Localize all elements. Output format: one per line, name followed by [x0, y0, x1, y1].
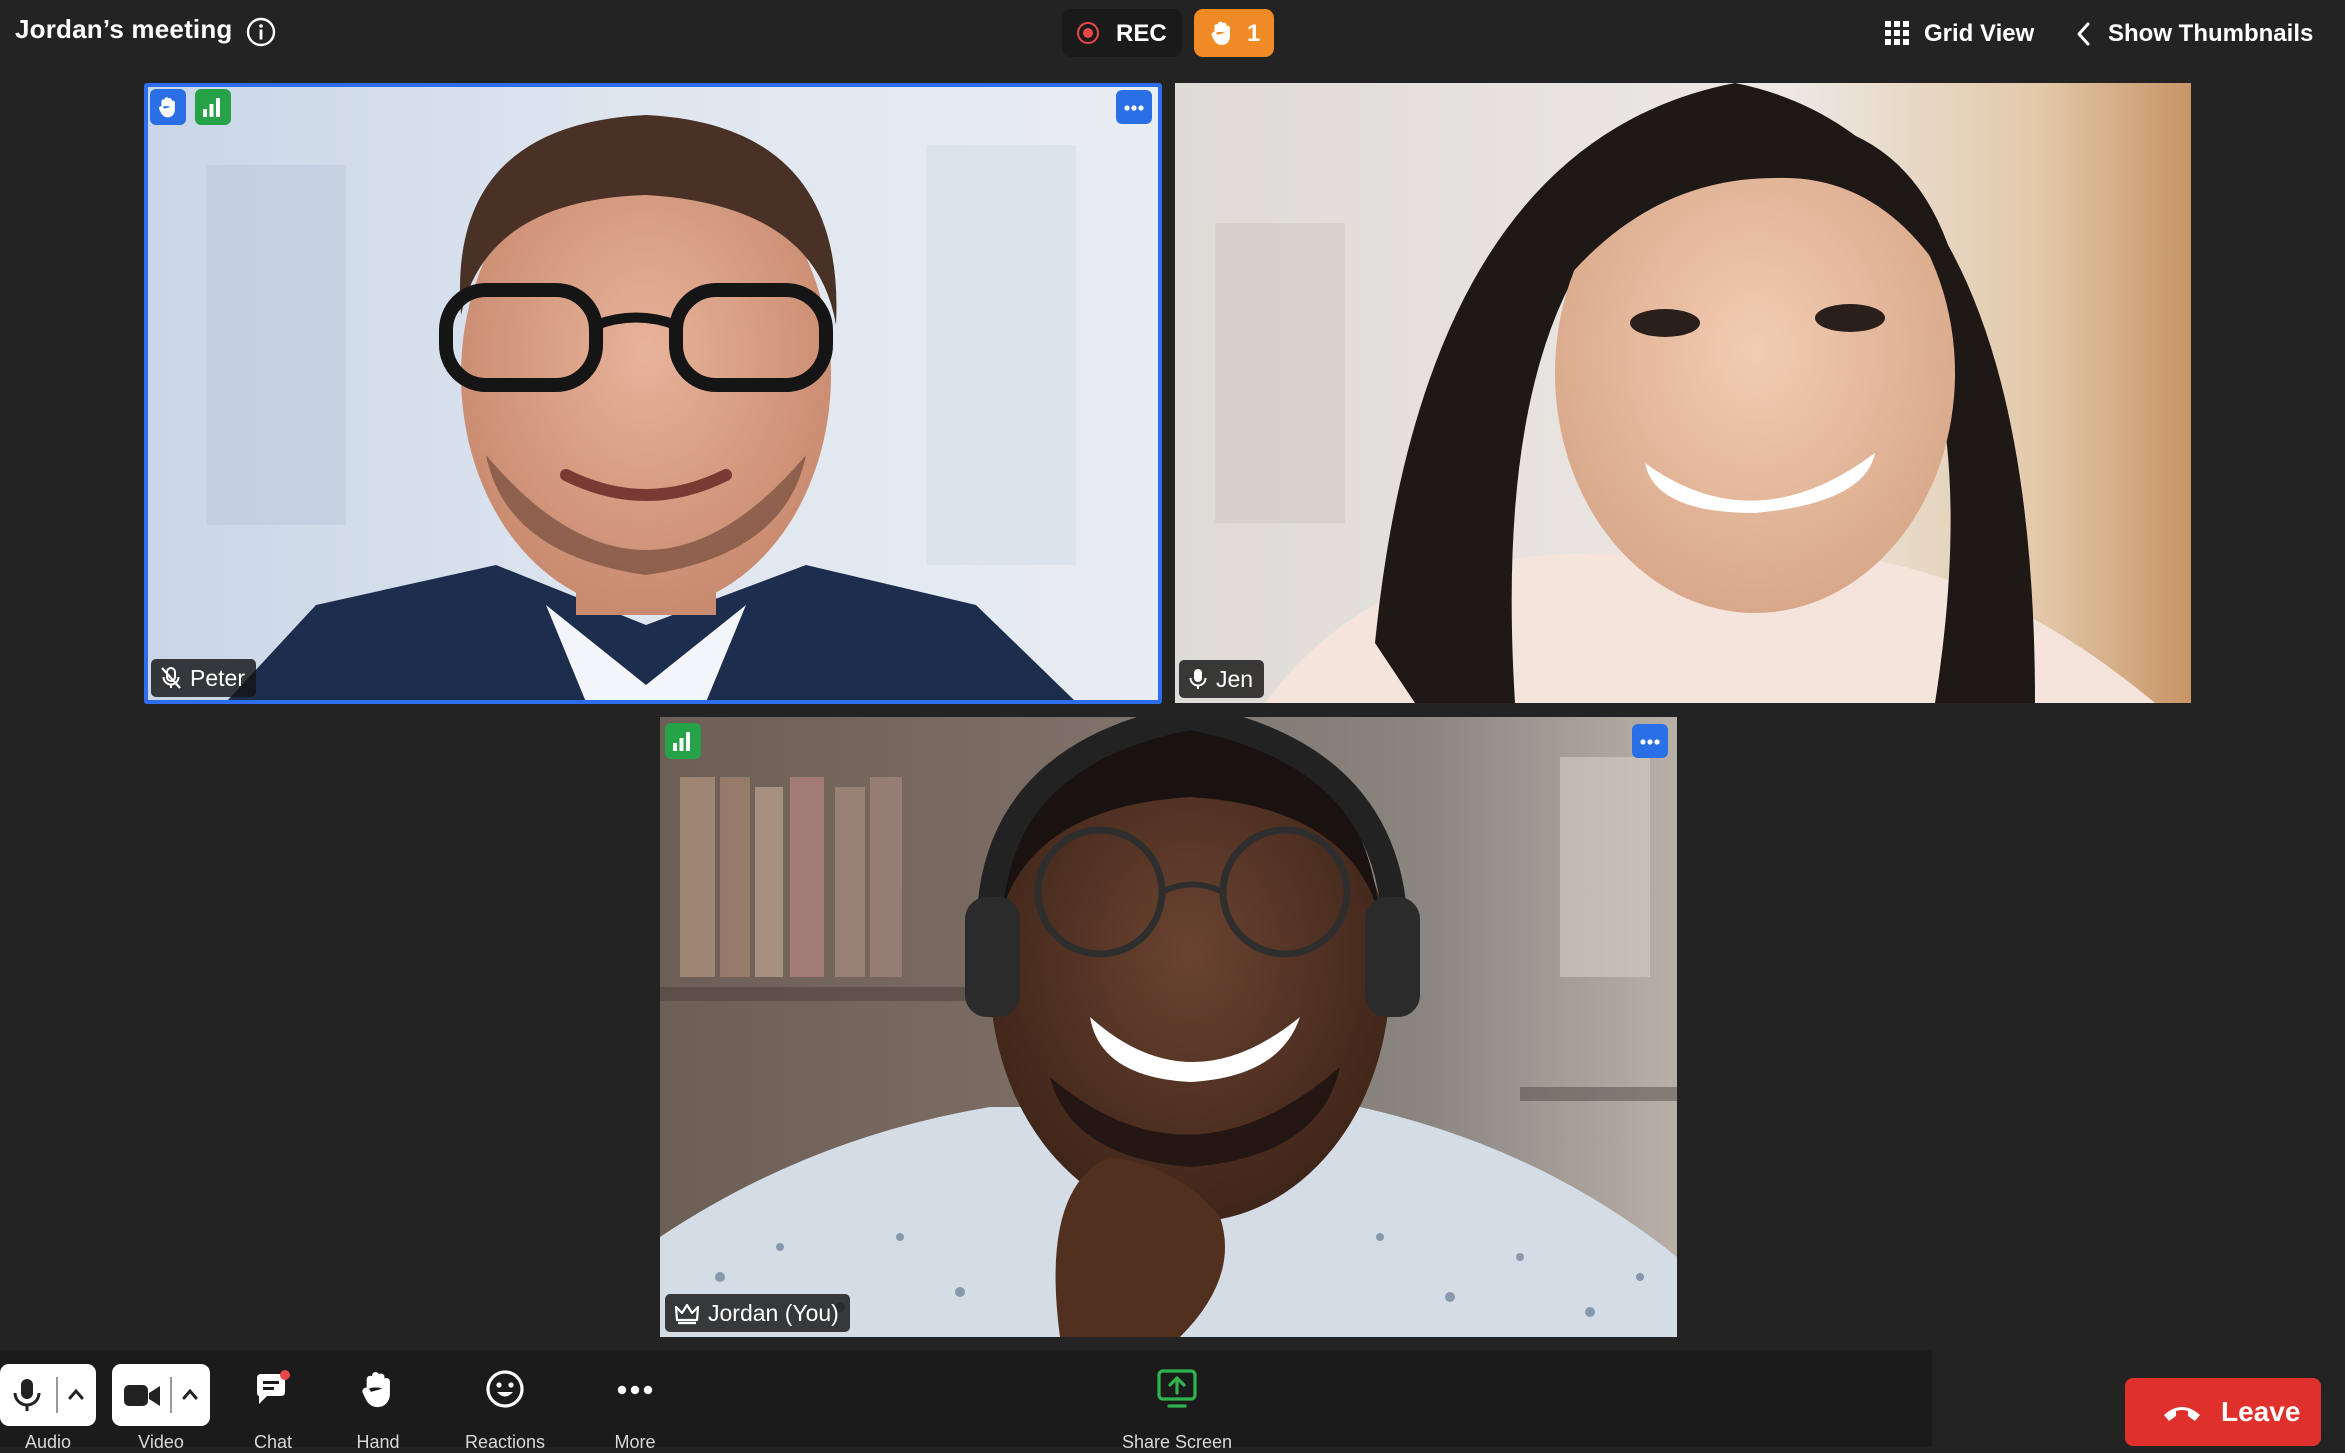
leave-label: Leave [2221, 1396, 2301, 1427]
share-screen-button[interactable] [1142, 1368, 1212, 1424]
participant-name: Jordan (You) [708, 1299, 839, 1326]
grid-icon [1885, 21, 1909, 45]
ellipsis-icon [1640, 739, 1660, 745]
meeting-title: Jordan’s meeting [15, 14, 233, 44]
video-tile-jordan[interactable]: Jordan (You) [660, 717, 1677, 1337]
participant-video [1175, 83, 2191, 703]
audio-label: Audio [24, 1432, 72, 1452]
recording-label: REC [1116, 20, 1167, 47]
smiley-icon [486, 1370, 524, 1408]
participant-video [660, 717, 1677, 1337]
show-thumbnails-label: Show Thumbnails [2108, 20, 2314, 47]
ellipsis-icon [1124, 105, 1144, 111]
chevron-up-icon[interactable] [66, 1386, 86, 1402]
audio-button[interactable] [0, 1364, 96, 1426]
signal-bars-icon [673, 732, 690, 751]
recording-indicator[interactable]: REC [1062, 9, 1182, 57]
participant-name-tag: Jen [1179, 660, 1265, 698]
participant-name-tag: Jordan (You) [665, 1294, 850, 1332]
record-dot-icon [1077, 22, 1099, 44]
chevron-up-icon[interactable] [180, 1386, 200, 1402]
more-button[interactable] [600, 1368, 670, 1424]
share-screen-label: Share Screen [1121, 1432, 1233, 1452]
participant-options-button[interactable] [1116, 90, 1152, 124]
ellipsis-icon [617, 1385, 653, 1395]
crown-icon [674, 1303, 700, 1325]
meeting-toolbar: Audio Video Chat Hand Reactions More Sha… [0, 1350, 1932, 1452]
chat-label: Chat [253, 1432, 293, 1452]
participant-name: Peter [190, 664, 245, 691]
hand-icon [159, 97, 175, 118]
raised-hands-indicator[interactable]: 1 [1194, 9, 1274, 57]
microphone-muted-icon [161, 667, 181, 689]
participant-name: Jen [1216, 665, 1254, 692]
divider [56, 1377, 58, 1413]
participant-video [146, 85, 1160, 702]
video-tile-peter[interactable]: Peter [146, 85, 1160, 702]
chat-bubble-icon [257, 1370, 290, 1404]
participant-options-button[interactable] [1632, 724, 1668, 758]
video-camera-icon [124, 1385, 160, 1406]
signal-badge [195, 89, 231, 125]
signal-badge [665, 723, 701, 759]
hand-icon [362, 1372, 390, 1408]
hand-icon [1211, 21, 1230, 46]
microphone-icon [13, 1379, 41, 1411]
video-label: Video [138, 1432, 184, 1452]
divider [170, 1377, 172, 1413]
hand-label: Hand [356, 1432, 400, 1452]
microphone-icon [1189, 669, 1207, 689]
video-button[interactable] [112, 1364, 210, 1426]
info-icon[interactable] [246, 17, 276, 47]
participant-name-tag: Peter [151, 659, 256, 697]
phone-hangup-icon [2164, 1407, 2200, 1421]
reactions-button[interactable] [470, 1368, 540, 1424]
raised-hand-badge [150, 89, 186, 125]
video-tile-jen[interactable]: Jen [1175, 83, 2191, 703]
grid-view-label: Grid View [1924, 20, 2035, 47]
chevron-left-icon [2077, 22, 2090, 46]
top-bar: Jordan’s meeting REC 1 Grid View Show Th… [0, 0, 2345, 66]
more-label: More [614, 1432, 656, 1452]
leave-button[interactable]: Leave [2125, 1378, 2321, 1446]
reactions-label: Reactions [464, 1432, 546, 1452]
signal-bars-icon [203, 98, 220, 117]
share-screen-icon [1157, 1369, 1197, 1408]
raised-hands-count: 1 [1247, 20, 1261, 47]
raise-hand-button[interactable] [343, 1368, 413, 1424]
chat-button[interactable] [238, 1368, 308, 1424]
